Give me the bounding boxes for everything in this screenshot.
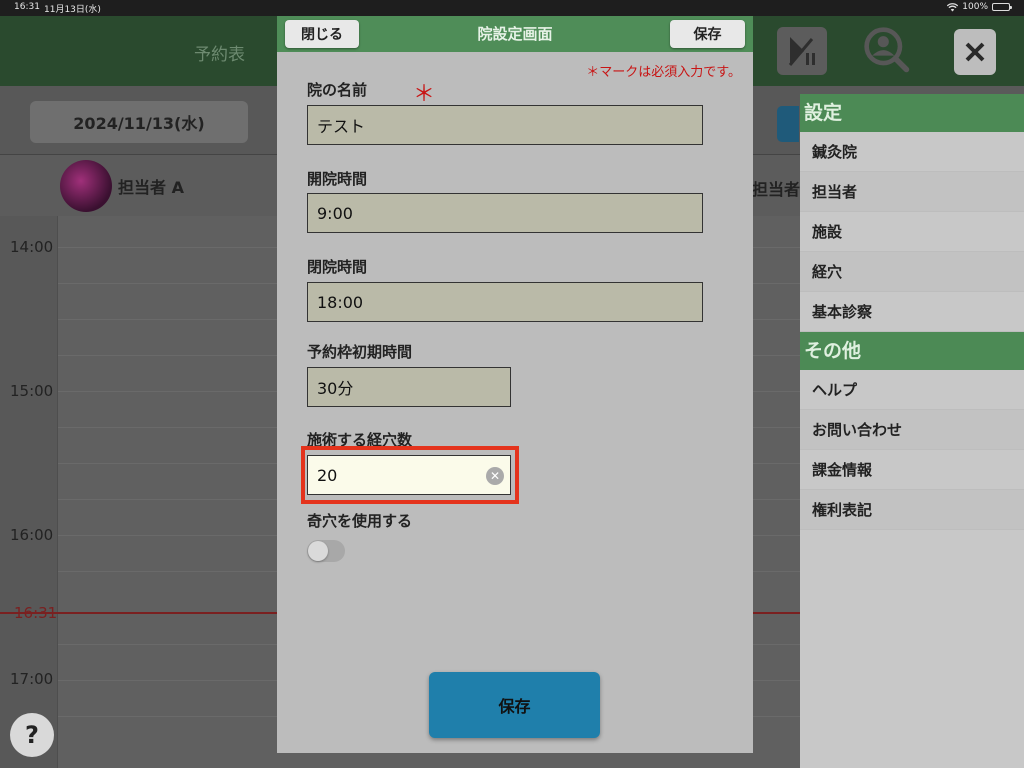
opening-time-field[interactable]: 9:00 [307,193,703,233]
current-time-label: 16:31 [14,604,58,622]
menu-section-other: その他 [800,332,1024,370]
app-title: 予約表 [194,45,245,65]
opening-time-label: 開院時間 [307,170,368,188]
status-bar: 16:31 11月13日(水) 100% [0,0,1024,16]
date-button[interactable]: 2024/11/13(水) [30,101,248,143]
status-date: 11月13日(水) [44,5,101,15]
staff-column-a[interactable]: 担当者 A [60,160,184,212]
slot-time-field[interactable]: 30分 [307,367,511,407]
toggle-knob [308,541,328,561]
help-button[interactable]: ? [10,713,54,757]
required-note: ＊マークは必須入力です。 [586,65,741,80]
menu-item-license[interactable]: 権利表記 [800,490,1024,530]
staff-column-b[interactable]: 担当者 [752,176,800,200]
menu-item-billing[interactable]: 課金情報 [800,450,1024,490]
menu-item-contact[interactable]: お問い合わせ [800,410,1024,450]
time-label: 16:00 [10,526,54,544]
battery-percent: 100% [962,2,988,12]
clear-input-icon[interactable]: ✕ [486,467,504,485]
time-label: 14:00 [10,238,54,256]
acupoint-count-value: 20 [317,465,338,485]
staff-a-label: 担当者 A [118,178,184,197]
clinic-settings-modal: 院設定画面 閉じる 保存 ＊マークは必須入力です。 院の名前 ＊ テスト 開院時… [277,16,753,753]
menu-item-help[interactable]: ヘルプ [800,370,1024,410]
close-icon [965,42,985,62]
extra-points-label: 奇穴を使用する [307,512,413,530]
status-time: 16:31 [14,2,40,12]
status-right: 100% [947,2,1012,12]
clinic-name-field[interactable]: テスト [307,105,703,145]
menu-item-clinic[interactable]: 鍼灸院 [800,132,1024,172]
bottom-save-button[interactable]: 保存 [429,672,600,738]
modal-save-button[interactable]: 保存 [670,20,745,48]
avatar [60,160,112,212]
closing-time-label: 閉院時間 [307,258,368,276]
settings-menu: 設定 鍼灸院 担当者 施設 経穴 基本診察 その他 ヘルプ お問い合わせ 課金情… [800,94,1024,768]
play-pause-button[interactable] [777,27,827,75]
menu-item-facility[interactable]: 施設 [800,212,1024,252]
calendar-search-button[interactable] [777,106,799,142]
app-close-button[interactable] [954,29,996,75]
search-user-button[interactable] [862,27,912,75]
menu-item-acupoint[interactable]: 経穴 [800,252,1024,292]
slot-time-label: 予約枠初期時間 [307,343,413,361]
extra-points-toggle[interactable] [307,540,345,562]
menu-item-basic-exam[interactable]: 基本診察 [800,292,1024,332]
time-label: 17:00 [10,670,54,688]
user-search-icon [864,27,910,73]
play-pause-icon [788,37,815,66]
menu-section-settings: 設定 [800,94,1024,132]
clinic-name-label: 院の名前 [307,81,368,99]
battery-icon [992,3,1012,11]
menu-item-staff[interactable]: 担当者 [800,172,1024,212]
modal-close-button[interactable]: 閉じる [285,20,359,48]
closing-time-field[interactable]: 18:00 [307,282,703,322]
acupoint-count-input[interactable]: 20 ✕ [307,455,511,495]
wifi-icon [947,2,959,11]
time-label: 15:00 [10,382,54,400]
required-mark: ＊ [413,82,436,107]
